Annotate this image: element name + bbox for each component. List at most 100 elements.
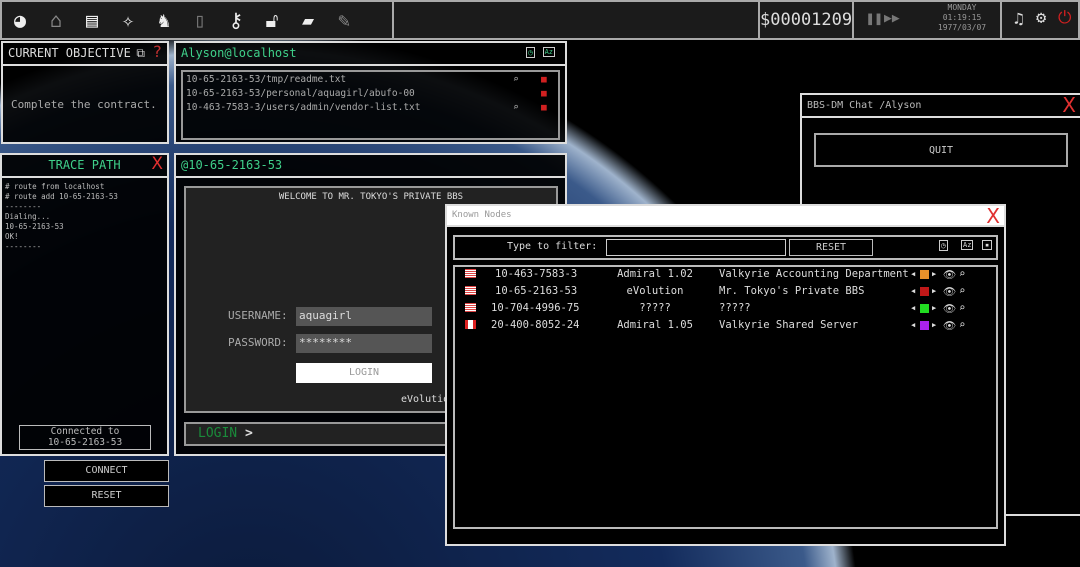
- pause-icon[interactable]: ❚❚: [866, 11, 883, 27]
- search-icon[interactable]: ⌕: [513, 74, 519, 85]
- spy-icon[interactable]: ♞: [150, 6, 178, 34]
- help-button[interactable]: ?: [152, 42, 162, 61]
- newspaper-icon[interactable]: ▤: [78, 6, 106, 34]
- node-ip: 10-463-7583-3: [495, 268, 578, 280]
- node-software: eVolution: [626, 285, 684, 297]
- close-icon[interactable]: X: [151, 154, 163, 174]
- money-display: $00001209: [758, 0, 854, 40]
- notepad-icon[interactable]: ✎: [330, 6, 358, 34]
- connect-button[interactable]: CONNECT: [44, 460, 169, 482]
- node-software: ?????: [639, 302, 671, 314]
- date-label: 1977/03/07: [937, 23, 987, 32]
- node-row[interactable]: 10-463-7583-3 Admiral 1.02 Valkyrie Acco…: [455, 268, 996, 285]
- filter-input[interactable]: [606, 239, 786, 256]
- eye-icon[interactable]: 👁︎: [943, 319, 956, 332]
- node-name: Valkyrie Shared Server: [719, 319, 859, 331]
- delete-icon[interactable]: ■: [541, 102, 547, 113]
- app-toolbar: ◕ ⌂ ▤ ✧ ♞ ▯ ⚷ 🔓︎ ▰ ✎: [0, 0, 394, 40]
- color-prev-icon[interactable]: ◀: [911, 321, 915, 329]
- node-name: Mr. Tokyo's Private BBS: [719, 285, 865, 297]
- search-icon[interactable]: ⌕: [959, 268, 965, 280]
- password-input[interactable]: ********: [296, 334, 432, 353]
- gear-icon[interactable]: ⚙: [1036, 8, 1046, 28]
- color-next-icon[interactable]: ▶: [932, 304, 936, 312]
- color-next-icon[interactable]: ▶: [932, 321, 936, 329]
- clock-sort-icon[interactable]: ◷: [939, 240, 948, 251]
- node-row[interactable]: 10-65-2163-53 eVolution Mr. Tokyo's Priv…: [455, 285, 996, 302]
- chevron-right-icon: >: [244, 426, 253, 441]
- constellation-icon[interactable]: ✧: [114, 6, 142, 34]
- node-software: Admiral 1.05: [617, 319, 693, 331]
- filter-label: Type to filter:: [507, 241, 598, 252]
- time-panel: ❚❚ ▶▶ MONDAY 01:19:15 1977/03/07: [852, 0, 1002, 40]
- book-icon[interactable]: ▰: [294, 6, 322, 34]
- localhost-panel: Alyson@localhost ◷ Az 10-65-2163-53/tmp/…: [174, 41, 567, 144]
- chat-title: BBS-DM Chat /Alyson: [807, 100, 922, 111]
- delete-icon[interactable]: ■: [541, 88, 547, 99]
- search-icon[interactable]: ⌕: [959, 285, 965, 297]
- file-item[interactable]: 10-65-2163-53/personal/aquagirl/abufo-00…: [183, 88, 558, 102]
- localhost-title: Alyson@localhost: [181, 46, 297, 60]
- nodes-list: 10-463-7583-3 Admiral 1.02 Valkyrie Acco…: [453, 265, 998, 529]
- node-ip: 10-704-4996-75: [491, 302, 580, 314]
- az-sort-button[interactable]: Az: [961, 240, 974, 250]
- node-name: Valkyrie Accounting Department: [719, 268, 909, 280]
- lock-icon[interactable]: 🔓︎: [258, 6, 286, 34]
- popout-icon[interactable]: ⧉: [136, 46, 145, 61]
- reset-button[interactable]: RESET: [44, 485, 169, 507]
- color-prev-icon[interactable]: ◀: [911, 304, 915, 312]
- color-next-icon[interactable]: ▶: [932, 287, 936, 295]
- delete-icon[interactable]: ■: [541, 74, 547, 85]
- day-label: MONDAY: [947, 3, 977, 12]
- objective-title: CURRENT OBJECTIVE: [8, 46, 131, 60]
- search-icon[interactable]: ⌕: [513, 102, 519, 113]
- username-label: USERNAME:: [228, 309, 288, 322]
- home-globe-icon[interactable]: ⌂: [42, 6, 70, 34]
- notes-icon[interactable]: ▯: [186, 6, 214, 34]
- node-ip: 10-65-2163-53: [495, 285, 578, 297]
- close-icon[interactable]: X: [986, 204, 1000, 228]
- list-view-icon[interactable]: ▪: [982, 240, 993, 250]
- file-list: 10-65-2163-53/tmp/readme.txt ⌕ ■ 10-65-216…: [181, 70, 560, 140]
- quit-button[interactable]: QUIT: [814, 133, 1068, 167]
- eye-icon[interactable]: 👁︎: [943, 268, 956, 281]
- connection-status: Connected to 10-65-2163-53: [19, 425, 151, 450]
- toolbar-spacer: [392, 0, 760, 40]
- close-icon[interactable]: X: [1062, 93, 1076, 117]
- node-row[interactable]: 10-704-4996-75 ????? ????? ◀ ▶ 👁︎ ⌕: [455, 302, 996, 319]
- eye-icon[interactable]: 👁︎: [943, 285, 956, 298]
- trace-panel: TRACE PATH X # route from localhost # rout…: [0, 153, 169, 456]
- nodes-title: Known Nodes: [452, 210, 512, 220]
- search-icon[interactable]: ⌕: [959, 319, 965, 331]
- node-name: ?????: [719, 302, 751, 314]
- welcome-text: WELCOME TO MR. TOKYO'S PRIVATE BBS: [278, 192, 464, 202]
- color-prev-icon[interactable]: ◀: [911, 287, 915, 295]
- username-input[interactable]: aquagirl: [296, 307, 432, 326]
- trace-title: TRACE PATH: [48, 158, 121, 172]
- eye-icon[interactable]: 👁︎: [943, 302, 956, 315]
- file-item[interactable]: 10-463-7583-3/users/admin/vendor-list.tx…: [183, 102, 558, 116]
- known-nodes-window: Known Nodes X Type to filter: RESET ◷ Az …: [445, 204, 1006, 546]
- az-sort-icon[interactable]: Az: [542, 47, 555, 57]
- color-next-icon[interactable]: ▶: [932, 270, 936, 278]
- node-ip: 20-400-8052-24: [491, 319, 580, 331]
- reset-filter-button[interactable]: RESET: [789, 239, 873, 256]
- trace-log: # route from localhost # route add 10-65-…: [5, 182, 118, 251]
- bbs-title: @10-65-2163-53: [176, 155, 565, 178]
- music-icon[interactable]: ♫: [1014, 9, 1024, 28]
- window-title-bar[interactable]: Known Nodes X: [447, 204, 1004, 228]
- objective-panel: CURRENT OBJECTIVE ⧉ ? Complete the contr…: [1, 41, 169, 144]
- time-label: 01:19:15: [942, 13, 982, 22]
- power-icon[interactable]: ⏻: [1058, 8, 1071, 28]
- fast-forward-icon[interactable]: ▶▶: [884, 11, 900, 26]
- login-button[interactable]: LOGIN: [296, 363, 432, 383]
- node-software: Admiral 1.02: [617, 268, 693, 280]
- globe-icon[interactable]: ◕: [6, 6, 34, 34]
- node-row[interactable]: 20-400-8052-24 Admiral 1.05 Valkyrie Sha…: [455, 319, 996, 336]
- file-item[interactable]: 10-65-2163-53/tmp/readme.txt ⌕ ■: [183, 74, 558, 88]
- search-icon[interactable]: ⌕: [959, 302, 965, 314]
- password-label: PASSWORD:: [228, 336, 288, 349]
- color-prev-icon[interactable]: ◀: [911, 270, 915, 278]
- key-icon[interactable]: ⚷: [222, 6, 250, 34]
- clock-sort-icon[interactable]: ◷: [526, 47, 535, 58]
